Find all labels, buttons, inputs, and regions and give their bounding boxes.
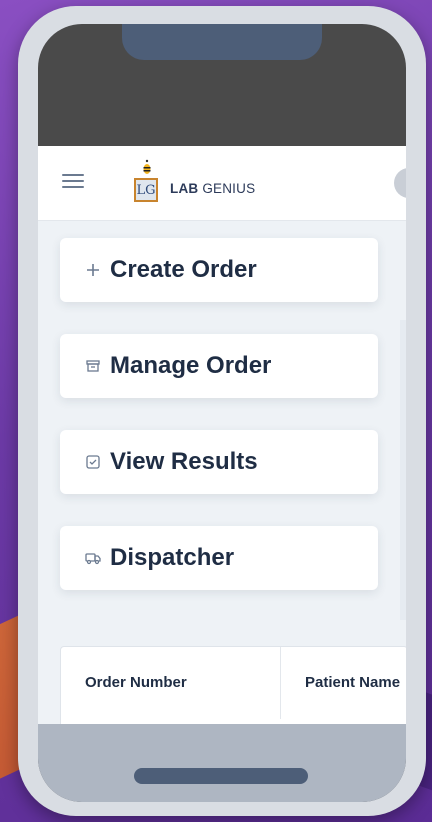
archive-icon (84, 357, 102, 375)
view-results-button[interactable]: View Results (60, 430, 378, 494)
bee-icon (143, 159, 151, 174)
phone-display: LG LAB GENIUS Create Order Manage Order … (38, 24, 406, 802)
phone-notch (122, 24, 322, 60)
avatar[interactable] (394, 168, 406, 198)
truck-icon (84, 549, 102, 567)
main-content: Create Order Manage Order View Results D… (52, 220, 406, 724)
orders-table: Order Number Patient Name (60, 646, 406, 724)
phone-bottom-bar (38, 724, 406, 802)
dispatcher-label: Dispatcher (110, 544, 235, 571)
brand-name-bold: LAB (170, 181, 199, 196)
create-order-label: Create Order (110, 256, 257, 283)
manage-order-label: Manage Order (110, 352, 272, 379)
phone-frame: LG LAB GENIUS Create Order Manage Order … (18, 6, 426, 816)
brand-name: LAB GENIUS (170, 178, 255, 200)
hamburger-menu-icon[interactable] (62, 174, 84, 188)
app-screen: LG LAB GENIUS Create Order Manage Order … (38, 146, 406, 724)
dispatcher-button[interactable]: Dispatcher (60, 526, 378, 590)
logo-badge: LG (134, 178, 158, 202)
view-results-label: View Results (110, 448, 258, 475)
checkbox-icon (84, 453, 102, 471)
brand-name-rest: GENIUS (202, 181, 256, 196)
column-header-patient-name[interactable]: Patient Name (281, 647, 406, 719)
create-order-button[interactable]: Create Order (60, 238, 378, 302)
manage-order-button[interactable]: Manage Order (60, 334, 378, 398)
scroll-track (400, 320, 406, 620)
home-indicator[interactable] (134, 768, 308, 784)
column-header-order-number[interactable]: Order Number (61, 647, 281, 719)
plus-icon (84, 261, 102, 279)
app-logo[interactable]: LG LAB GENIUS (134, 158, 274, 206)
app-header: LG LAB GENIUS (38, 146, 406, 221)
